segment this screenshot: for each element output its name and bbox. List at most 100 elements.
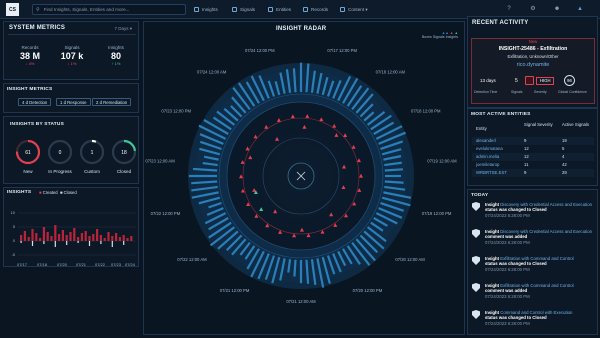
entity-name[interactable]: evelukmatana [476, 146, 503, 151]
user-icon[interactable]: ☻ [552, 5, 562, 14]
new-status-ring[interactable]: 61 [15, 139, 41, 165]
help-icon[interactable]: ? [504, 5, 514, 14]
entity-severity: 9 [524, 138, 527, 143]
activity-time: 07/24/2023 6:28:00 PM [485, 320, 530, 326]
activity-link[interactable]: Exfiltration with Command and Control [500, 283, 573, 288]
closed-bar [77, 241, 79, 243]
nav-insights[interactable]: Insights [194, 5, 218, 14]
entity-severity: 11 [524, 162, 529, 167]
severity-label: Severity [534, 90, 547, 94]
detection-chip[interactable]: 4 d Detection [18, 98, 52, 106]
created-bar [54, 225, 57, 241]
remediation-chip[interactable]: 2 d Remediation [92, 98, 132, 106]
signals-metric: Signals 107 k ↓ 1% [52, 45, 92, 66]
in-progress-status-ring[interactable]: 0 [47, 139, 73, 165]
x-tick: 07/17 [17, 262, 28, 267]
entity-name[interactable]: alexanderl [476, 138, 496, 143]
entity-row[interactable]: WRBRTSE.EST 9 29 [472, 169, 594, 177]
activity-link[interactable]: Discovery with Credential Access and Exe… [500, 229, 592, 234]
created-bar [35, 233, 38, 241]
radar-time-label: 07/21 12:00 PM [220, 288, 250, 293]
entity-row[interactable]: admin.melia 12 4 [472, 153, 594, 161]
x-tick: 07/22 [95, 262, 106, 267]
entity-name[interactable]: admin.melia [476, 154, 499, 159]
created-bar [88, 236, 91, 241]
insights-by-status-panel: INSIGHTS BY STATUS 61 0 1 18 New In Prog… [3, 116, 139, 184]
insight-entity[interactable]: rico.dynamite [472, 62, 594, 68]
entity-name[interactable]: WRBRTSE.EST [476, 170, 507, 175]
activity-link[interactable]: Command and Control with Execution [500, 310, 572, 315]
entity-row[interactable]: alexanderl 9 19 [472, 137, 594, 145]
created-bar [46, 232, 49, 241]
records-change: ↓ 4% [25, 61, 35, 66]
nav-insights-label: Insights [202, 7, 218, 12]
header-active-signals[interactable]: Active Signals [562, 122, 592, 127]
signals-label: Signals [511, 90, 523, 94]
x-tick: 07/18 [37, 262, 48, 267]
system-metrics-panel: SYSTEM METRICS 7 Days ▾ Records 38 M ↓ 4… [3, 21, 139, 80]
nav-content[interactable]: Content ▾ [340, 5, 368, 14]
closed-bar [54, 241, 56, 247]
severity-badge: HIGH [536, 77, 555, 85]
created-bar [80, 233, 83, 241]
entity-row[interactable]: joemiletarop 11 42 [472, 161, 594, 169]
created-bar [31, 229, 34, 241]
header-severity[interactable]: Signal Severity [524, 122, 554, 127]
detection-time-value: 13 days [480, 78, 496, 83]
created-bar [126, 238, 129, 241]
x-tick: 07/21 [76, 262, 87, 267]
activity-link[interactable]: Exfiltration with Command and Control [500, 256, 573, 261]
y-tick: 10 [11, 210, 16, 215]
insight-metrics-panel: INSIGHT METRICS 4 d Detection 1 d Respon… [3, 83, 139, 113]
insight-metrics-title: INSIGHT METRICS [7, 87, 53, 92]
insights-change: ↑ 1% [111, 61, 121, 66]
signals-count-value: 5 [515, 78, 518, 84]
closed-bar [20, 241, 22, 243]
nav-entities-label: Entities [276, 7, 292, 12]
radar-chart[interactable]: 07/24 12:00 PM 07/24 12:00 AM 07/23 12:00 … [143, 21, 465, 335]
insight-subtitle: Exfiltration, Unknown/Other [507, 54, 559, 59]
active-entities-title: MOST ACTIVE ENTITIES [471, 112, 531, 117]
search-input[interactable]: ⚲ Find Insights, Signals, Entities and m… [32, 4, 186, 15]
radar-bar [292, 68, 297, 93]
radar-time-label: 07/21 12:00 AM [286, 299, 316, 304]
radar-time-label: 07/23 12:00 AM [145, 159, 175, 164]
system-metrics-title: SYSTEM METRICS [9, 25, 66, 31]
recent-insight-card[interactable]: New INSIGHT-25486 - Exfiltration Exfiltr… [471, 38, 595, 104]
created-bar [84, 231, 87, 241]
search-placeholder: Find Insights, Signals, Entities and mor… [43, 7, 130, 12]
x-tick: 07/23 [111, 262, 122, 267]
created-bar [58, 234, 61, 241]
apps-icon[interactable]: ▲ [575, 5, 585, 14]
entity-name[interactable]: joemiletarop [476, 162, 499, 167]
created-bar [96, 229, 99, 241]
created-bar [69, 232, 72, 241]
custom-status-ring[interactable]: 1 [79, 139, 105, 165]
closed-bar [43, 241, 45, 244]
radar-time-label: 07/17 12:00 PM [327, 48, 357, 53]
nav-entities[interactable]: Entities [268, 5, 291, 14]
nav-signals[interactable]: Signals [232, 5, 255, 14]
activity-link[interactable]: Discovery with Credential Access and Exe… [500, 202, 592, 207]
records-icon [303, 7, 308, 12]
range-select[interactable]: 7 Days ▾ [114, 26, 132, 32]
header-entity[interactable]: Entity [476, 126, 487, 131]
response-chip[interactable]: 1 d Response [56, 98, 91, 106]
signals-change: ↓ 1% [67, 61, 77, 66]
closed-status-ring[interactable]: 18 [111, 139, 137, 165]
activity-time: 07/24/2023 6:28:00 PM [485, 212, 530, 218]
insight-id[interactable]: INSIGHT-25486 - Exfiltration [472, 46, 594, 52]
created-bar [27, 237, 30, 241]
radar-time-label: 07/22 12:00 PM [151, 211, 181, 216]
entity-active-signals: 42 [562, 162, 567, 167]
nav-records[interactable]: Records [303, 5, 328, 14]
radar-time-label: 07/19 12:00 PM [422, 211, 452, 216]
app-logo[interactable]: CS [6, 3, 19, 16]
settings-icon[interactable]: ⚙ [528, 5, 538, 14]
entity-active-signals: 19 [562, 138, 567, 143]
closed-status-label: Closed [116, 169, 132, 174]
insights-chart-panel: INSIGHTS ■ Created ■ Closed 10 5 0 -5 07… [3, 187, 139, 267]
entity-row[interactable]: evelukmatana 12 5 [472, 145, 594, 153]
entity-active-signals: 29 [562, 170, 567, 175]
radar-time-label: 07/20 12:00 PM [353, 288, 383, 293]
